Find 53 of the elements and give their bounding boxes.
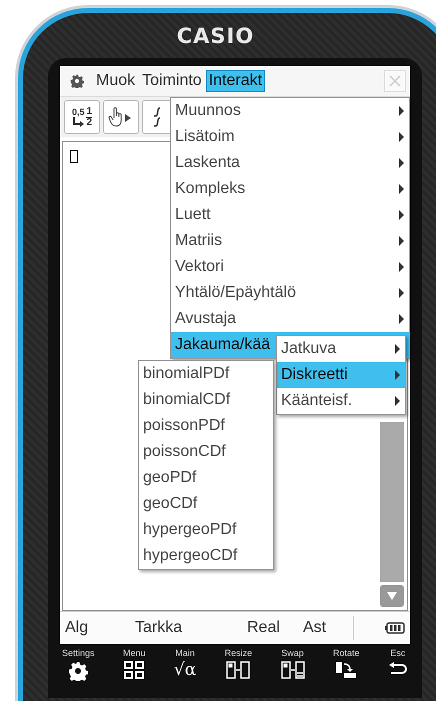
soft-key[interactable]: Esc	[386, 648, 410, 698]
status-label: Alg	[65, 619, 90, 637]
status-label: Tarkka	[135, 619, 184, 637]
sqrt-alpha-icon: √α	[174, 661, 196, 679]
soft-key[interactable]: Swap	[278, 648, 307, 698]
menu-item[interactable]: Kompleks	[171, 176, 409, 202]
menu-item[interactable]: hypergeoCDf	[139, 543, 273, 569]
hand-pointer-button[interactable]	[103, 100, 139, 134]
menu-tab[interactable]: Toiminto	[139, 70, 205, 92]
brand-logo: CASIO	[176, 24, 254, 48]
menu-item[interactable]: Diskreetti	[277, 362, 405, 388]
scroll-thumb[interactable]	[380, 422, 404, 582]
menu-item[interactable]: Lisätoim	[171, 124, 409, 150]
settings-icon[interactable]	[70, 74, 84, 88]
close-icon	[388, 74, 402, 88]
menu-tab[interactable]: Muok	[93, 70, 138, 92]
menu-item[interactable]: Jatkuva	[277, 336, 405, 362]
menu-item[interactable]: binomialCDf	[139, 387, 273, 413]
resize-icon	[226, 661, 250, 679]
soft-key[interactable]: Resize	[222, 648, 254, 698]
menu-item[interactable]: Vektori	[171, 254, 409, 280]
down-triangle-icon	[387, 592, 397, 600]
integral-icon	[153, 107, 161, 127]
menu-item[interactable]: geoPDf	[139, 465, 273, 491]
rotate-icon	[335, 661, 358, 679]
fraction-decimal-button[interactable]: 0,5 1 2	[64, 100, 100, 134]
grid-icon	[124, 661, 144, 679]
status-label: Real	[247, 619, 281, 637]
menu-item[interactable]: Yhtälö/Epäyhtälö	[171, 280, 409, 306]
menu-item[interactable]: hypergeoPDf	[139, 517, 273, 543]
soft-key[interactable]: Main √α	[172, 648, 198, 698]
input-cursor-icon	[70, 150, 78, 163]
soft-key[interactable]: Settings	[60, 648, 97, 698]
scroll-down-button[interactable]	[380, 585, 404, 607]
menu-item[interactable]: Avustaja	[171, 306, 409, 332]
menu-tab[interactable]: Interakt	[206, 70, 266, 92]
swap-icon	[280, 661, 305, 679]
menu-item[interactable]: binomialPDf	[139, 361, 273, 387]
menu-item[interactable]: Muunnos	[171, 98, 409, 124]
status-label: Ast	[303, 619, 328, 637]
integral-button[interactable]	[142, 100, 172, 134]
battery-icon	[385, 622, 405, 634]
menu-item[interactable]: poissonCDf	[139, 439, 273, 465]
menu-item[interactable]: poissonPDf	[139, 413, 273, 439]
menu-item[interactable]: Käänteisf.	[277, 388, 405, 414]
menu-item[interactable]: Luett	[171, 202, 409, 228]
soft-key[interactable]: Menu	[120, 648, 148, 698]
soft-key[interactable]: Rotate	[330, 648, 362, 698]
menu-item[interactable]: Laskenta	[171, 150, 409, 176]
settings-icon	[68, 661, 88, 681]
bent-arrow-icon	[72, 116, 84, 126]
menu-item[interactable]: Matriis	[171, 228, 409, 254]
menu-item[interactable]: geoCDf	[139, 491, 273, 517]
